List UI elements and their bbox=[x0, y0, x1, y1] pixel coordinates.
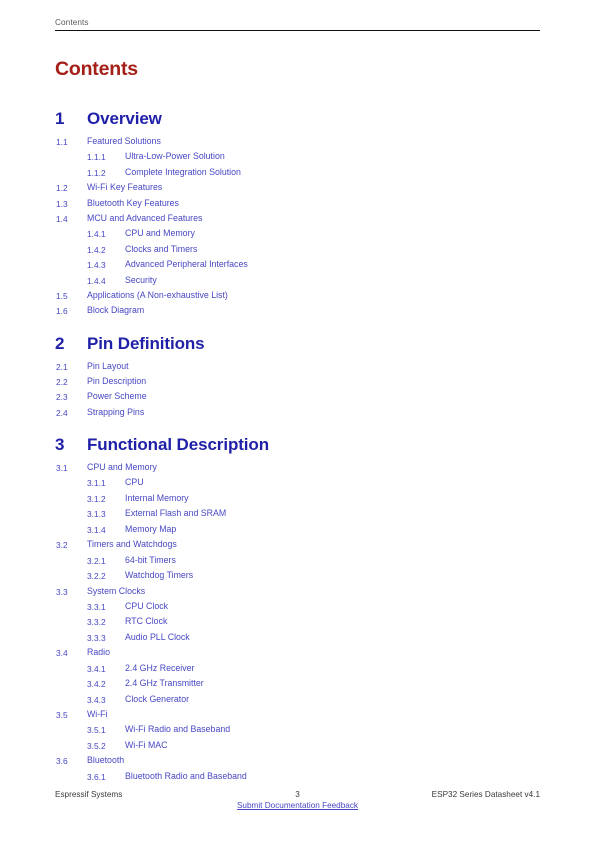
toc-entry-row[interactable]: 3.4.12.4 GHz Receiver29 bbox=[55, 662, 540, 678]
toc-entry-row[interactable]: 3.2Timers and Watchdogs27 bbox=[55, 538, 540, 553]
toc-entry-row[interactable]: 1.5Applications (A Non-exhaustive List)1… bbox=[55, 289, 540, 304]
toc-entry-row[interactable]: 3.3System Clocks28 bbox=[55, 585, 540, 600]
toc-entry-row[interactable]: 1.1Featured Solutions8 bbox=[55, 135, 540, 150]
toc-entry-row[interactable]: 3.2.164-bit Timers27 bbox=[55, 554, 540, 570]
toc-entry-row[interactable]: 3.1.1CPU24 bbox=[55, 476, 540, 492]
running-header: Contents bbox=[55, 18, 540, 31]
document-page: Contents Contents 1Overview81.1Featured … bbox=[0, 0, 595, 842]
table-of-contents: 1Overview81.1Featured Solutions81.1.1Ult… bbox=[55, 103, 540, 785]
header-rule bbox=[55, 30, 540, 31]
toc-entry-row[interactable]: 3.4.22.4 GHz Transmitter29 bbox=[55, 677, 540, 693]
toc-entry-row[interactable]: 1.1.2Complete Integration Solution8 bbox=[55, 166, 540, 182]
toc-entry-row[interactable]: 3.5.2Wi-Fi MAC30 bbox=[55, 739, 540, 755]
page-footer: Espressif Systems 3 Submit Documentation… bbox=[55, 790, 540, 820]
toc-chapter-row[interactable]: 2Pin Definitions13 bbox=[55, 334, 540, 360]
toc-entry-row[interactable]: 3.4Radio28 bbox=[55, 646, 540, 661]
toc-entry-row[interactable]: 1.4.4Security11 bbox=[55, 274, 540, 290]
toc-entry-row[interactable]: 3.5Wi-Fi29 bbox=[55, 708, 540, 723]
toc-entry-row[interactable]: 1.3Bluetooth Key Features9 bbox=[55, 197, 540, 212]
toc-entry-row[interactable]: 2.4Strapping Pins21 bbox=[55, 406, 540, 421]
toc-entry-row[interactable]: 1.4MCU and Advanced Features9 bbox=[55, 212, 540, 227]
page-title: Contents bbox=[55, 58, 138, 80]
toc-entry-row[interactable]: 3.5.1Wi-Fi Radio and Baseband30 bbox=[55, 723, 540, 739]
toc-entry-row[interactable]: 2.3Power Scheme19 bbox=[55, 390, 540, 405]
toc-entry-row[interactable]: 3.3.2RTC Clock28 bbox=[55, 615, 540, 631]
toc-entry-row[interactable]: 3.2.2Watchdog Timers27 bbox=[55, 569, 540, 585]
toc-entry-row[interactable]: 3.3.1CPU Clock28 bbox=[55, 600, 540, 616]
toc-entry-row[interactable]: 3.1.2Internal Memory24 bbox=[55, 492, 540, 508]
toc-entry-row[interactable]: 1.4.3Advanced Peripheral Interfaces10 bbox=[55, 258, 540, 274]
running-header-title: Contents bbox=[55, 18, 89, 27]
toc-entry-row[interactable]: 1.4.2Clocks and Timers10 bbox=[55, 243, 540, 259]
toc-chapter-row[interactable]: 3Functional Description24 bbox=[55, 435, 540, 461]
toc-entry-row[interactable]: 3.1.3External Flash and SRAM25 bbox=[55, 507, 540, 523]
toc-entry-row[interactable]: 3.4.3Clock Generator29 bbox=[55, 693, 540, 709]
footer-datasheet-version: ESP32 Series Datasheet v4.1 bbox=[431, 790, 540, 799]
toc-entry-row[interactable]: 3.1CPU and Memory24 bbox=[55, 461, 540, 476]
toc-entry-row[interactable]: 2.1Pin Layout13 bbox=[55, 360, 540, 375]
toc-entry-row[interactable]: 2.2Pin Description15 bbox=[55, 375, 540, 390]
toc-entry-row[interactable]: 1.4.1CPU and Memory9 bbox=[55, 227, 540, 243]
toc-entry-row[interactable]: 3.1.4Memory Map25 bbox=[55, 523, 540, 539]
toc-entry-row[interactable]: 3.3.3Audio PLL Clock28 bbox=[55, 631, 540, 647]
submit-documentation-feedback-link[interactable]: Submit Documentation Feedback bbox=[237, 801, 358, 810]
toc-entry-row[interactable]: 1.6Block Diagram12 bbox=[55, 304, 540, 319]
toc-chapter-row[interactable]: 1Overview8 bbox=[55, 109, 540, 135]
toc-entry-row[interactable]: 1.2Wi-Fi Key Features8 bbox=[55, 181, 540, 196]
toc-entry-row[interactable]: 3.6Bluetooth30 bbox=[55, 754, 540, 769]
toc-entry-row[interactable]: 3.6.1Bluetooth Radio and Baseband30 bbox=[55, 770, 540, 786]
toc-entry-row[interactable]: 1.1.1Ultra-Low-Power Solution8 bbox=[55, 150, 540, 166]
